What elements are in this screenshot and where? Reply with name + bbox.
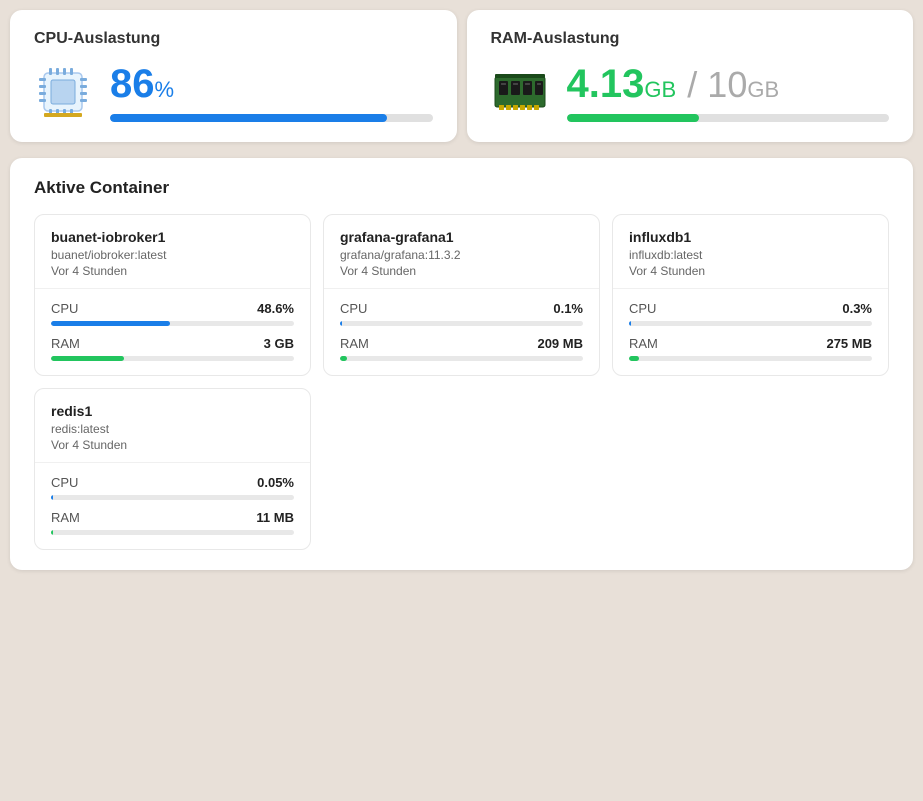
container-image: influxdb:latest	[629, 248, 872, 262]
cpu-mini-fill	[340, 321, 342, 326]
cpu-row-header: CPU 0.3%	[629, 301, 872, 316]
ram-row-header: RAM 3 GB	[51, 336, 294, 351]
ram-stat: 11 MB	[256, 510, 294, 525]
ram-value-section: 4.13GB / 10GB	[567, 62, 890, 122]
container-header: influxdb1 influxdb:latest Vor 4 Stunden	[613, 215, 888, 289]
container-name: grafana-grafana1	[340, 229, 583, 245]
ram-title: RAM-Auslastung	[491, 30, 890, 48]
ram-metric-row: RAM 3 GB	[51, 336, 294, 361]
cpu-stat: 0.05%	[257, 475, 294, 490]
container-metrics: CPU 0.1% RAM 209 MB	[324, 289, 599, 375]
cpu-mini-bar	[340, 321, 583, 326]
cpu-metric-row: CPU 0.3%	[629, 301, 872, 326]
container-time: Vor 4 Stunden	[51, 438, 294, 452]
ram-progress-bar	[567, 114, 890, 122]
cpu-card: CPU-Auslastung	[10, 10, 457, 142]
cpu-mini-fill	[629, 321, 631, 326]
ram-mini-bar	[51, 356, 294, 361]
cpu-stat: 48.6%	[257, 301, 294, 316]
ram-label: RAM	[51, 336, 80, 351]
containers-grid: buanet-iobroker1 buanet/iobroker:latest …	[34, 214, 889, 550]
container-name: buanet-iobroker1	[51, 229, 294, 245]
cpu-row-header: CPU 0.05%	[51, 475, 294, 490]
cpu-mini-bar	[51, 495, 294, 500]
ram-icon	[491, 63, 549, 121]
ram-row-header: RAM 11 MB	[51, 510, 294, 525]
containers-title: Aktive Container	[34, 178, 889, 198]
ram-label: RAM	[629, 336, 658, 351]
cpu-title: CPU-Auslastung	[34, 30, 433, 48]
container-image: buanet/iobroker:latest	[51, 248, 294, 262]
container-metrics: CPU 0.05% RAM 11 MB	[35, 463, 310, 549]
container-card: redis1 redis:latest Vor 4 Stunden CPU 0.…	[34, 388, 311, 550]
ram-stat: 275 MB	[826, 336, 872, 351]
cpu-value: 86%	[110, 62, 433, 106]
ram-label: RAM	[51, 510, 80, 525]
cpu-icon	[34, 63, 92, 121]
cpu-label: CPU	[340, 301, 367, 316]
cpu-mini-bar	[51, 321, 294, 326]
ram-stat: 3 GB	[264, 336, 294, 351]
ram-row-header: RAM 275 MB	[629, 336, 872, 351]
cpu-mini-fill	[51, 495, 53, 500]
cpu-stat: 0.3%	[842, 301, 872, 316]
container-metrics: CPU 48.6% RAM 3 GB	[35, 289, 310, 375]
cpu-stat: 0.1%	[553, 301, 583, 316]
container-image: grafana/grafana:11.3.2	[340, 248, 583, 262]
cpu-label: CPU	[629, 301, 656, 316]
ram-mini-bar	[51, 530, 294, 535]
cpu-label: CPU	[51, 301, 78, 316]
cpu-mini-bar	[629, 321, 872, 326]
container-name: influxdb1	[629, 229, 872, 245]
ram-row-header: RAM 209 MB	[340, 336, 583, 351]
ram-content: 4.13GB / 10GB	[491, 62, 890, 122]
cpu-mini-fill	[51, 321, 170, 326]
ram-metric-row: RAM 275 MB	[629, 336, 872, 361]
container-time: Vor 4 Stunden	[51, 264, 294, 278]
cpu-metric-row: CPU 0.1%	[340, 301, 583, 326]
cpu-row-header: CPU 48.6%	[51, 301, 294, 316]
ram-mini-fill	[629, 356, 639, 361]
container-image: redis:latest	[51, 422, 294, 436]
container-name: redis1	[51, 403, 294, 419]
ram-value: 4.13GB / 10GB	[567, 62, 890, 106]
container-time: Vor 4 Stunden	[629, 264, 872, 278]
ram-stat: 209 MB	[537, 336, 583, 351]
cpu-metric-row: CPU 0.05%	[51, 475, 294, 500]
cpu-progress-fill	[110, 114, 387, 122]
ram-progress-fill	[567, 114, 699, 122]
cpu-row-header: CPU 0.1%	[340, 301, 583, 316]
ram-metric-row: RAM 209 MB	[340, 336, 583, 361]
container-header: buanet-iobroker1 buanet/iobroker:latest …	[35, 215, 310, 289]
ram-metric-row: RAM 11 MB	[51, 510, 294, 535]
container-metrics: CPU 0.3% RAM 275 MB	[613, 289, 888, 375]
container-time: Vor 4 Stunden	[340, 264, 583, 278]
top-metrics-row: CPU-Auslastung	[10, 10, 913, 142]
cpu-content: 86%	[34, 62, 433, 122]
container-card: buanet-iobroker1 buanet/iobroker:latest …	[34, 214, 311, 376]
container-header: grafana-grafana1 grafana/grafana:11.3.2 …	[324, 215, 599, 289]
ram-card: RAM-Auslastung	[467, 10, 914, 142]
container-card: grafana-grafana1 grafana/grafana:11.3.2 …	[323, 214, 600, 376]
cpu-progress-bar	[110, 114, 433, 122]
container-card: influxdb1 influxdb:latest Vor 4 Stunden …	[612, 214, 889, 376]
ram-mini-fill	[51, 530, 53, 535]
ram-mini-bar	[629, 356, 872, 361]
cpu-value-section: 86%	[110, 62, 433, 122]
cpu-label: CPU	[51, 475, 78, 490]
ram-mini-fill	[340, 356, 347, 361]
container-header: redis1 redis:latest Vor 4 Stunden	[35, 389, 310, 463]
cpu-metric-row: CPU 48.6%	[51, 301, 294, 326]
ram-mini-fill	[51, 356, 124, 361]
containers-section: Aktive Container buanet-iobroker1 buanet…	[10, 158, 913, 570]
ram-label: RAM	[340, 336, 369, 351]
ram-mini-bar	[340, 356, 583, 361]
